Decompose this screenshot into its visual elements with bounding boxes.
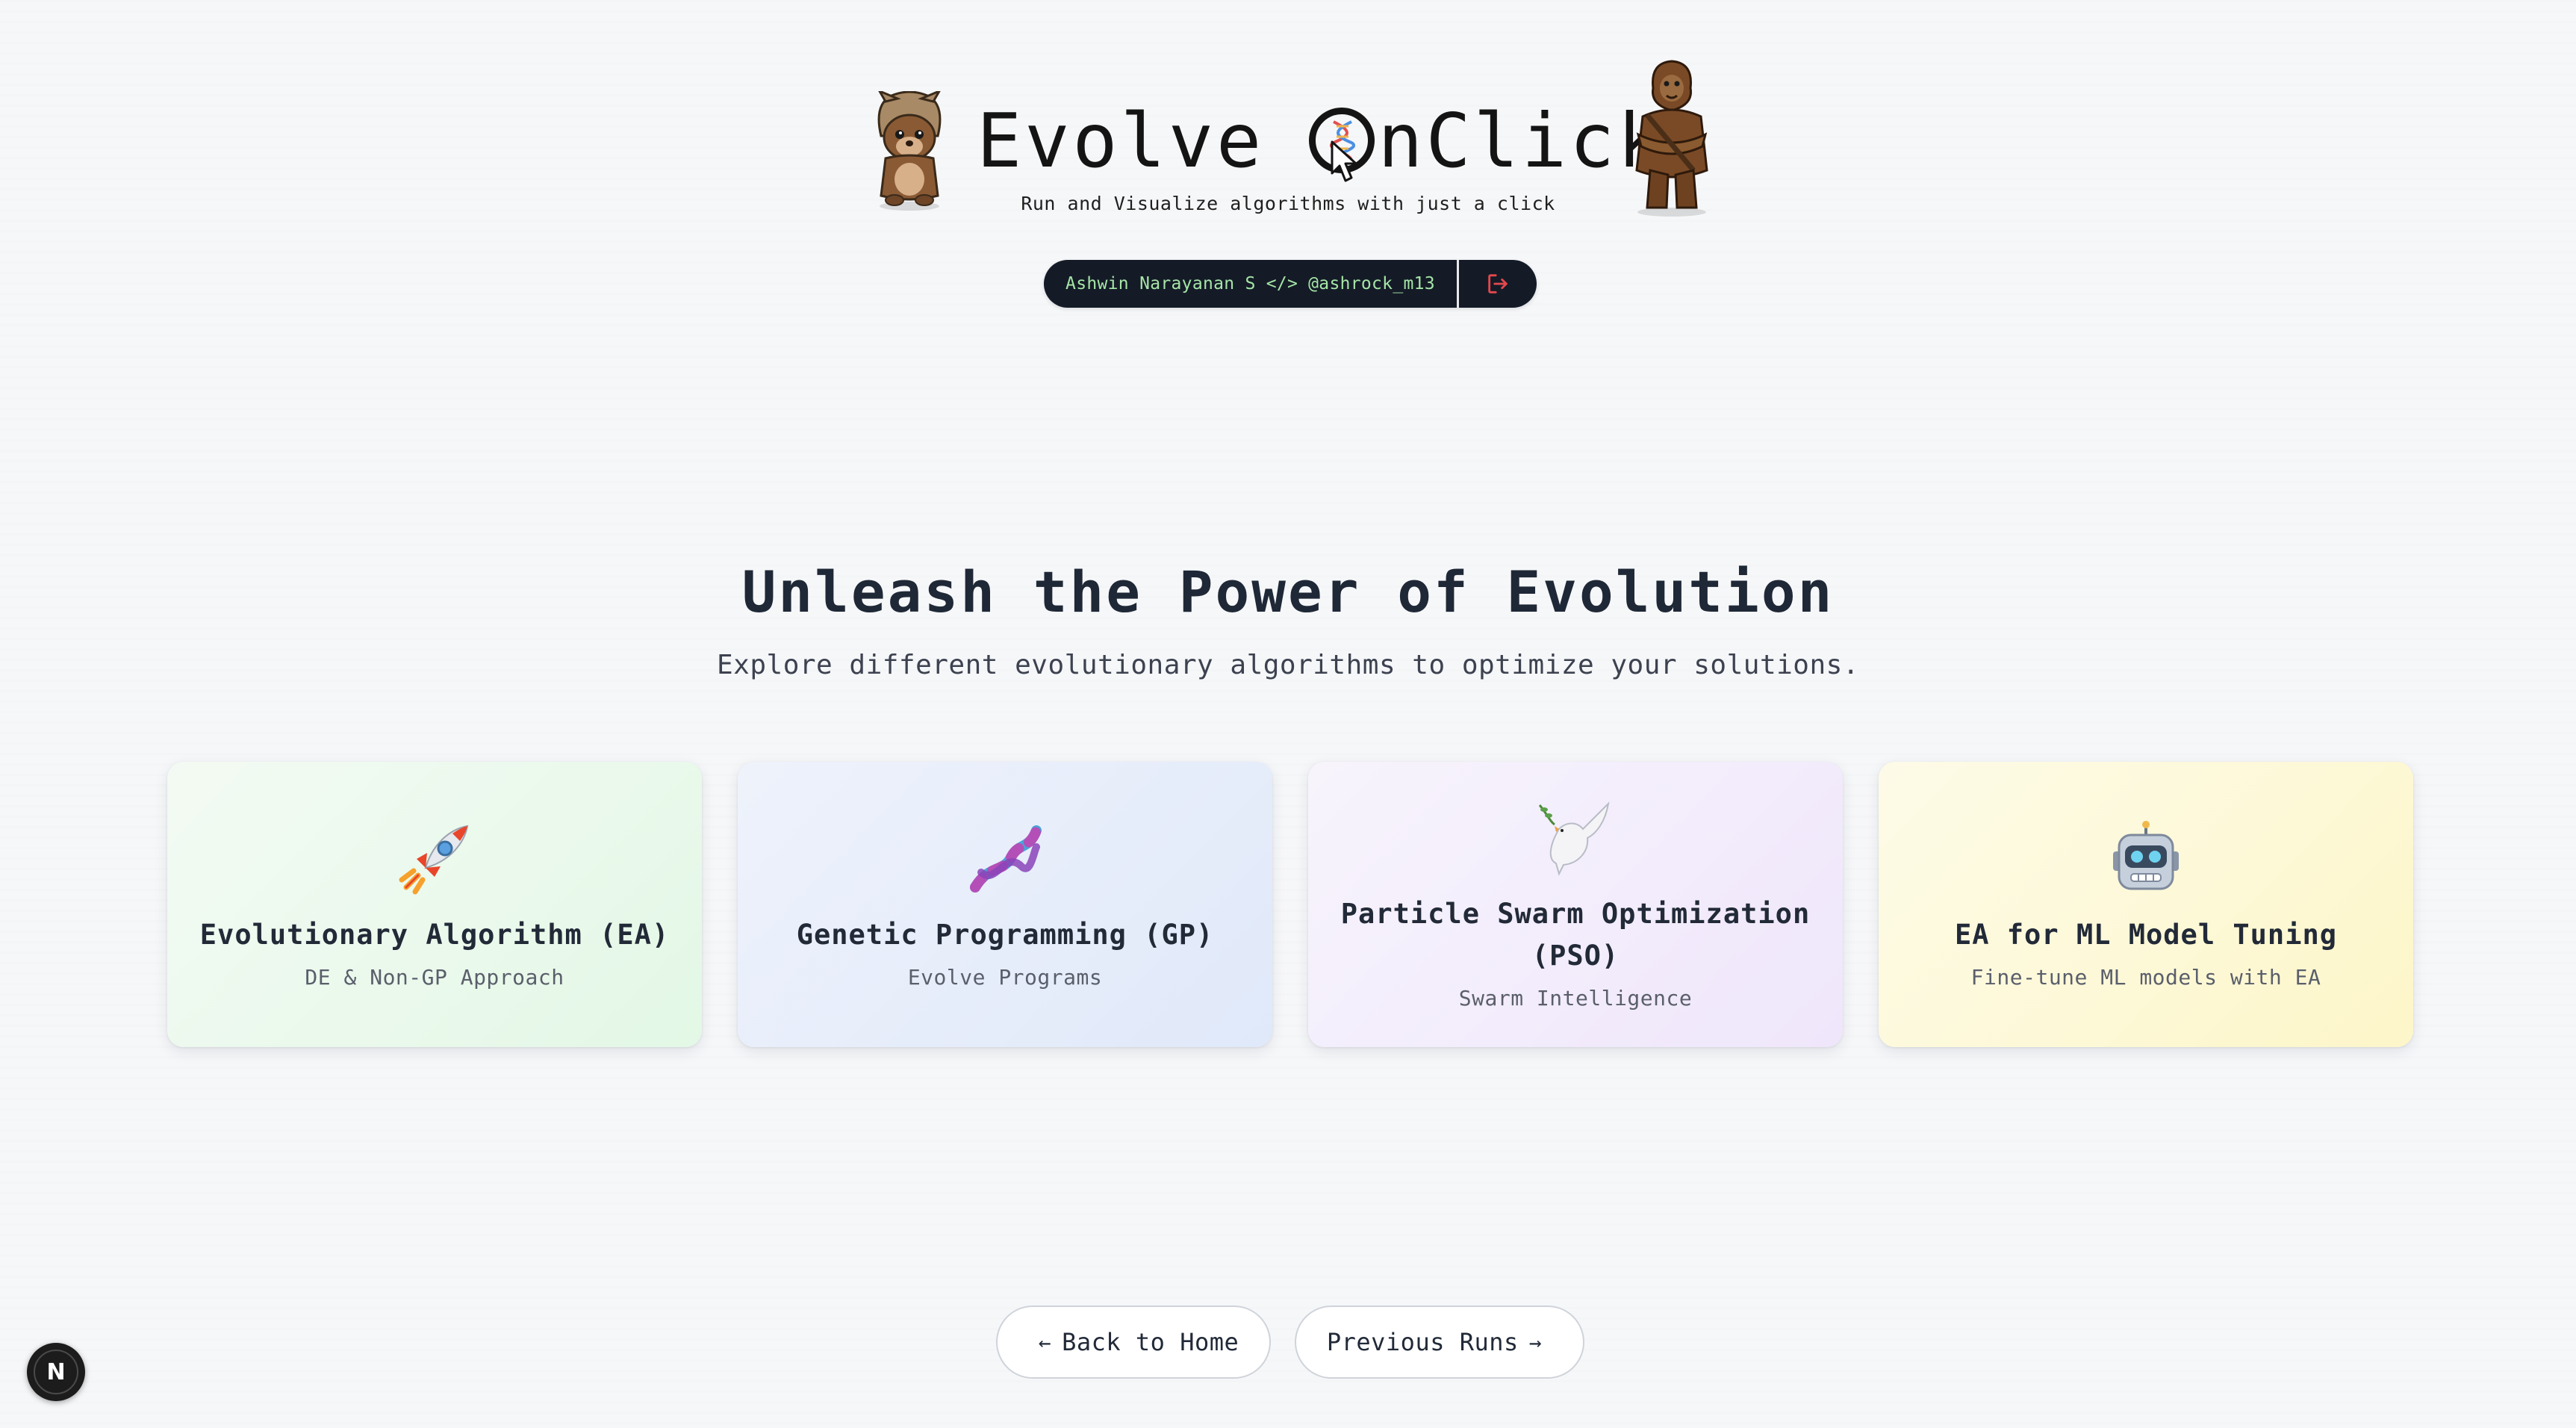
- section-subtitle: Explore different evolutionary algorithm…: [717, 650, 1859, 680]
- previous-runs-button[interactable]: Previous Runs →: [1295, 1306, 1584, 1379]
- author-handle: @ashrock_m13: [1308, 274, 1435, 294]
- card-evolutionary-algorithm[interactable]: Evolutionary Algorithm (EA) DE & Non-GP …: [167, 762, 702, 1047]
- card-genetic-programming[interactable]: Genetic Programming (GP) Evolve Programs: [738, 762, 1272, 1047]
- card-description: Evolve Programs: [907, 964, 1103, 990]
- card-ml-model-tuning[interactable]: EA for ML Model Tuning Fine-tune ML mode…: [1879, 762, 2413, 1047]
- card-description: Fine-tune ML models with EA: [1970, 964, 2321, 990]
- back-to-home-label: Back to Home: [1062, 1328, 1239, 1356]
- app-title: Evolve nClick: [977, 88, 1665, 193]
- author-badge: Ashwin Narayanan S </> @ashrock_m13: [1044, 260, 1537, 308]
- dna-icon: [970, 825, 1042, 892]
- card-title: Genetic Programming (GP): [796, 918, 1214, 951]
- card-title: Particle Swarm Optimization (PSO): [1340, 897, 1811, 972]
- arrow-right-icon: →: [1528, 1329, 1543, 1355]
- nextjs-dev-badge[interactable]: N: [27, 1343, 85, 1401]
- arrow-left-icon: ←: [1038, 1329, 1052, 1355]
- card-description: Swarm Intelligence: [1458, 985, 1693, 1011]
- card-title: EA for ML Model Tuning: [1954, 918, 2338, 951]
- code-tag-icon: </>: [1266, 274, 1298, 294]
- title-word-onclick: nClick: [1378, 96, 1666, 184]
- logout-icon: [1488, 274, 1508, 294]
- cursor-pointer-icon: [1331, 140, 1357, 182]
- hero-header: Evolve nClick Run and Visualize algorith…: [0, 0, 2576, 314]
- card-particle-swarm[interactable]: Particle Swarm Optimization (PSO) Swarm …: [1308, 762, 1843, 1047]
- robot-icon: [2113, 820, 2179, 890]
- author-info[interactable]: Ashwin Narayanan S </> @ashrock_m13: [1044, 260, 1457, 308]
- dove-icon: [1538, 801, 1610, 876]
- card-description: DE & Non-GP Approach: [305, 964, 564, 990]
- section-title: Unleash the Power of Evolution: [741, 559, 1835, 625]
- rocket-icon: [399, 825, 469, 894]
- pill-divider: [1457, 260, 1459, 308]
- title-word-evolve: Evolve: [977, 96, 1265, 184]
- author-name: Ashwin Narayanan S: [1065, 274, 1256, 294]
- previous-runs-label: Previous Runs: [1326, 1328, 1519, 1356]
- algorithm-cards: Evolutionary Algorithm (EA) DE & Non-GP …: [167, 762, 2413, 1049]
- logout-button[interactable]: [1459, 260, 1537, 308]
- card-title: Evolutionary Algorithm (EA): [199, 918, 670, 951]
- app-tagline: Run and Visualize algorithms with just a…: [1021, 193, 1555, 214]
- nextjs-logo-icon: N: [34, 1350, 78, 1394]
- back-to-home-button[interactable]: ← Back to Home: [996, 1306, 1271, 1379]
